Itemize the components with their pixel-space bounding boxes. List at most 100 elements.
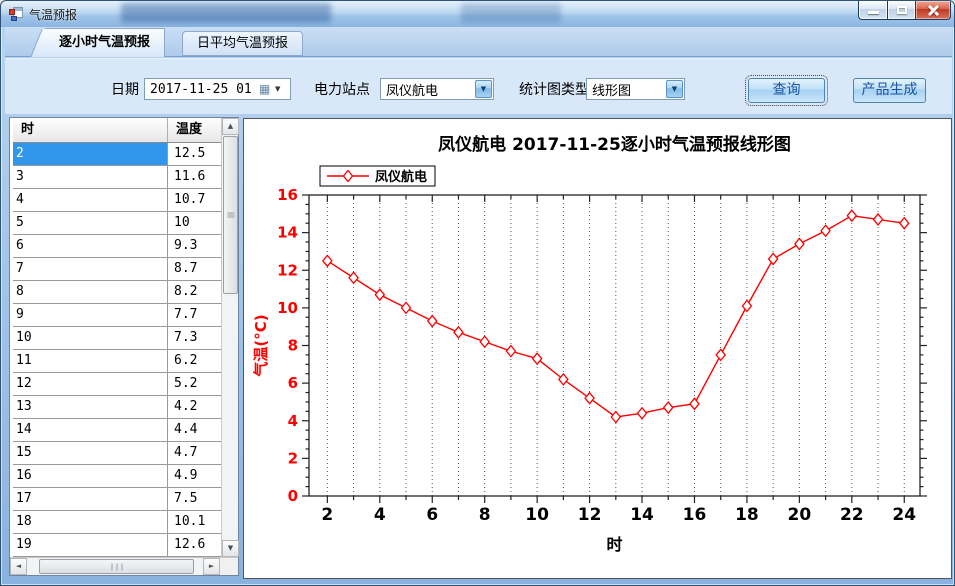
chart-type-select[interactable]: 线形图 ▼ (586, 78, 685, 100)
cell-temperature[interactable]: 10 (168, 212, 221, 234)
table-row[interactable]: 107.3 (13, 327, 221, 350)
tab-hourly-forecast[interactable]: 逐小时气温预报 (45, 28, 165, 57)
table-row[interactable]: 97.7 (13, 304, 221, 327)
cell-temperature[interactable]: 4.2 (168, 396, 221, 418)
cell-temperature[interactable]: 5.2 (168, 373, 221, 395)
cell-temperature[interactable]: 12.5 (168, 143, 221, 165)
horizontal-scroll-thumb[interactable] (39, 559, 194, 574)
data-point-marker (664, 402, 673, 413)
table-row[interactable]: 212.5 (13, 143, 221, 166)
scroll-right-icon[interactable]: ► (203, 558, 220, 575)
column-header-temperature[interactable]: 温度 (168, 118, 221, 142)
data-point-marker (742, 300, 751, 311)
x-tick-label: 14 (630, 505, 654, 525)
cell-hour[interactable]: 3 (13, 166, 168, 188)
data-point-marker (559, 374, 568, 385)
cell-hour[interactable]: 6 (13, 235, 168, 257)
cell-hour[interactable]: 14 (13, 419, 168, 441)
close-button[interactable] (916, 1, 951, 20)
x-tick-label: 10 (525, 505, 549, 525)
maximize-button[interactable] (887, 1, 916, 20)
query-button[interactable]: 查询 (748, 78, 825, 103)
table-row[interactable]: 510 (13, 212, 221, 235)
cell-hour[interactable]: 7 (13, 258, 168, 280)
table-row[interactable]: 125.2 (13, 373, 221, 396)
close-icon (927, 5, 940, 16)
cell-hour[interactable]: 17 (13, 488, 168, 510)
cell-temperature[interactable]: 4.7 (168, 442, 221, 464)
table-row[interactable]: 69.3 (13, 235, 221, 258)
temperature-grid: 时 温度 212.5311.6410.751069.378.788.297.71… (10, 118, 221, 557)
scroll-down-icon[interactable]: ▼ (222, 540, 239, 557)
cell-hour[interactable]: 19 (13, 534, 168, 556)
cell-temperature[interactable]: 7.7 (168, 304, 221, 326)
tab-daily-average-forecast[interactable]: 日平均气温预报 (182, 31, 303, 56)
data-point-marker (769, 253, 778, 264)
x-tick-label: 24 (892, 505, 916, 525)
x-tick-label: 18 (735, 505, 759, 525)
x-tick-label: 22 (840, 505, 864, 525)
cell-hour[interactable]: 8 (13, 281, 168, 303)
table-row[interactable]: 78.7 (13, 258, 221, 281)
toolbar: 日期 2017-11-25 01 ▦ ▼ 电力站点 凤仪航电 ▼ 统计图类型 线… (5, 58, 952, 115)
station-select[interactable]: 凤仪航电 ▼ (380, 78, 494, 100)
x-tick-label: 8 (479, 505, 491, 525)
cell-temperature[interactable]: 8.2 (168, 281, 221, 303)
table-row[interactable]: 144.4 (13, 419, 221, 442)
cell-temperature[interactable]: 4.9 (168, 465, 221, 487)
cell-temperature[interactable]: 4.4 (168, 419, 221, 441)
column-header-hour[interactable]: 时 (13, 118, 168, 142)
cell-hour[interactable]: 11 (13, 350, 168, 372)
cell-hour[interactable]: 13 (13, 396, 168, 418)
cell-hour[interactable]: 12 (13, 373, 168, 395)
date-picker[interactable]: 2017-11-25 01 ▦ ▼ (144, 78, 291, 100)
cell-hour[interactable]: 10 (13, 327, 168, 349)
data-point-marker (349, 272, 358, 283)
cell-hour[interactable]: 16 (13, 465, 168, 487)
horizontal-scrollbar[interactable]: ◄ ► (10, 558, 220, 575)
cell-temperature[interactable]: 7.3 (168, 327, 221, 349)
data-point-marker (690, 398, 699, 409)
chart-type-dropdown-icon[interactable]: ▼ (666, 80, 683, 98)
cell-temperature[interactable]: 11.6 (168, 166, 221, 188)
cell-temperature[interactable]: 6.2 (168, 350, 221, 372)
data-point-marker (402, 302, 411, 313)
station-label: 电力站点 (314, 79, 370, 101)
cell-temperature[interactable]: 10.7 (168, 189, 221, 211)
cell-hour[interactable]: 4 (13, 189, 168, 211)
cell-temperature[interactable]: 12.6 (168, 534, 221, 556)
vertical-scrollbar[interactable]: ▲ ▼ (221, 118, 238, 557)
titlebar[interactable]: 气温预报 (1, 1, 955, 27)
generate-product-button[interactable]: 产品生成 (853, 78, 926, 103)
y-tick-label: 6 (288, 374, 298, 392)
table-row[interactable]: 177.5 (13, 488, 221, 511)
cell-temperature[interactable]: 7.5 (168, 488, 221, 510)
station-dropdown-icon[interactable]: ▼ (475, 80, 492, 98)
y-tick-label: 12 (277, 261, 298, 279)
date-dropdown-icon[interactable]: ▼ (275, 85, 287, 93)
cell-temperature[interactable]: 9.3 (168, 235, 221, 257)
table-row[interactable]: 311.6 (13, 166, 221, 189)
table-row[interactable]: 134.2 (13, 396, 221, 419)
cell-hour[interactable]: 5 (13, 212, 168, 234)
table-row[interactable]: 154.7 (13, 442, 221, 465)
table-row[interactable]: 116.2 (13, 350, 221, 373)
cell-hour[interactable]: 18 (13, 511, 168, 533)
scroll-up-icon[interactable]: ▲ (222, 118, 239, 135)
table-row[interactable]: 1912.6 (13, 534, 221, 557)
table-row[interactable]: 1810.1 (13, 511, 221, 534)
table-row[interactable]: 88.2 (13, 281, 221, 304)
data-point-marker (375, 289, 384, 300)
data-point-marker (454, 327, 463, 338)
table-row[interactable]: 410.7 (13, 189, 221, 212)
cell-temperature[interactable]: 8.7 (168, 258, 221, 280)
scroll-left-icon[interactable]: ◄ (10, 558, 27, 575)
cell-hour[interactable]: 9 (13, 304, 168, 326)
calendar-icon: ▦ (259, 83, 272, 96)
vertical-scroll-thumb[interactable] (223, 136, 238, 294)
cell-hour[interactable]: 15 (13, 442, 168, 464)
table-row[interactable]: 164.9 (13, 465, 221, 488)
cell-temperature[interactable]: 10.1 (168, 511, 221, 533)
minimize-button[interactable] (858, 1, 887, 20)
cell-hour[interactable]: 2 (13, 143, 168, 165)
